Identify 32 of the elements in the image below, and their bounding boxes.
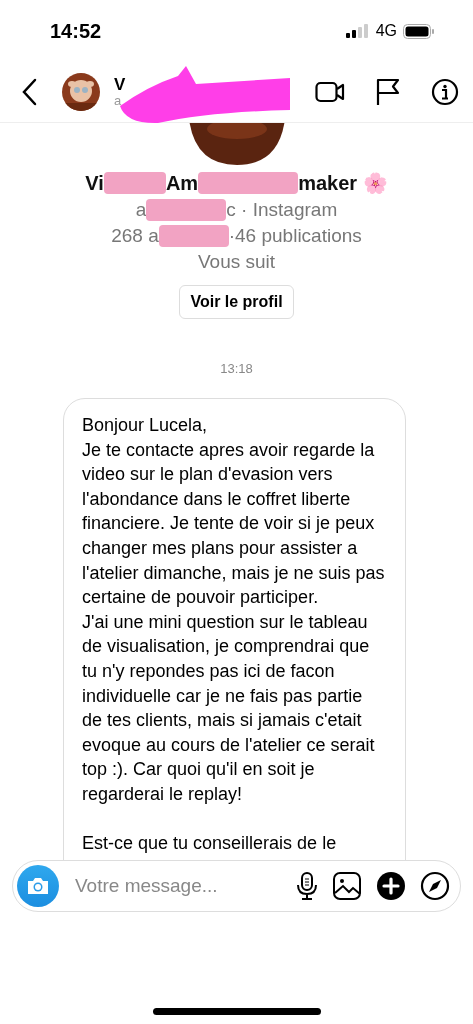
microphone-icon[interactable] [296,871,318,901]
contact-handle: a [114,94,123,109]
compass-icon[interactable] [420,871,450,901]
profile-handle: a [135,199,147,221]
message-composer[interactable]: Votre message... [12,860,461,912]
battery-icon [403,23,435,39]
camera-icon[interactable] [17,865,59,907]
image-icon[interactable] [332,871,362,901]
signal-icon [345,24,370,38]
status-time: 14:52 [50,19,102,43]
follow-status: Vous suit [197,251,276,273]
message-text: Est-ce que tu conseillerais de le [82,832,338,856]
profile-name: maker 🌸 [298,171,388,195]
flag-icon[interactable] [375,78,401,106]
message-text: Je te contacte apres avoir regarde la video sur le plan d'evasion vers l'abondance dans le coffret liberte financiere. Je tente de voir si je peux changer mes plans pour assister a l'atelier dimanche, mais je ne suis pas certaine de pouvoir participer. [82,438,386,610]
contact-name: V [114,75,127,95]
redaction-mark [158,225,229,247]
message-text: J'ai une mini question sur le tableau de visualisation, je comprendrai que tu n'y repondes pas ici de facon individuelle car je ne fais pas partie de tes clients, mais si jamais c'etait evoque au cours de l'atelier ce serait top :). Car quoi qu'il en soit je regarderai le replay! [82,610,376,806]
network-label: 4G [375,22,397,40]
info-icon[interactable] [431,78,459,106]
message-timestamp: 13:18 [220,361,253,376]
add-icon[interactable] [376,871,406,901]
profile-name: Am [165,171,199,195]
video-call-icon[interactable] [315,79,345,105]
profile-stats: ·46 publications [228,225,362,247]
profile-handle: c · Instagram [226,199,338,221]
redaction-mark [103,172,166,194]
message-field[interactable]: Votre message... [73,874,282,898]
view-profile-button[interactable]: Voir le profil [179,285,294,319]
profile-name: Vi [85,171,104,195]
profile-stats: 268 a [111,225,159,247]
message-text: Bonjour Lucela, [82,414,209,437]
